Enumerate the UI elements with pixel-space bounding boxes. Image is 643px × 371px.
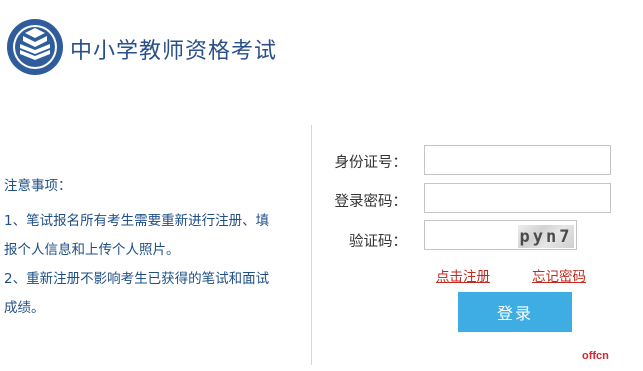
notice-panel: 注意事项： 1、笔试报名所有考生需要重新进行注册、填 报个人信息和上传个人照片。… [4, 177, 304, 323]
password-label: 登录密码： [334, 194, 408, 210]
id-number-label: 身份证号： [334, 155, 408, 171]
notice-line: 报个人信息和上传个人照片。 [4, 242, 180, 258]
password-input[interactable] [424, 183, 611, 213]
captcha-label: 验证码： [349, 234, 407, 250]
header: 中小学教师资格考试 [0, 0, 643, 95]
login-button[interactable]: 登录 [458, 292, 572, 332]
site-title: 中小学教师资格考试 [70, 39, 278, 64]
register-link[interactable]: 点击注册 [436, 265, 490, 285]
notice-title: 注意事项： [4, 178, 72, 194]
captcha-image[interactable]: pyn7 [518, 225, 574, 248]
notice-line: 2、重新注册不影响考生已获得的笔试和面试 [4, 271, 270, 287]
notice-line: 1、笔试报名所有考生需要重新进行注册、填 [4, 213, 270, 229]
id-number-input[interactable] [424, 145, 611, 175]
forgot-password-link[interactable]: 忘记密码 [532, 265, 586, 285]
logo-icon [6, 18, 64, 76]
watermark: offcn [582, 350, 609, 362]
notice-line: 成绩。 [4, 300, 45, 316]
